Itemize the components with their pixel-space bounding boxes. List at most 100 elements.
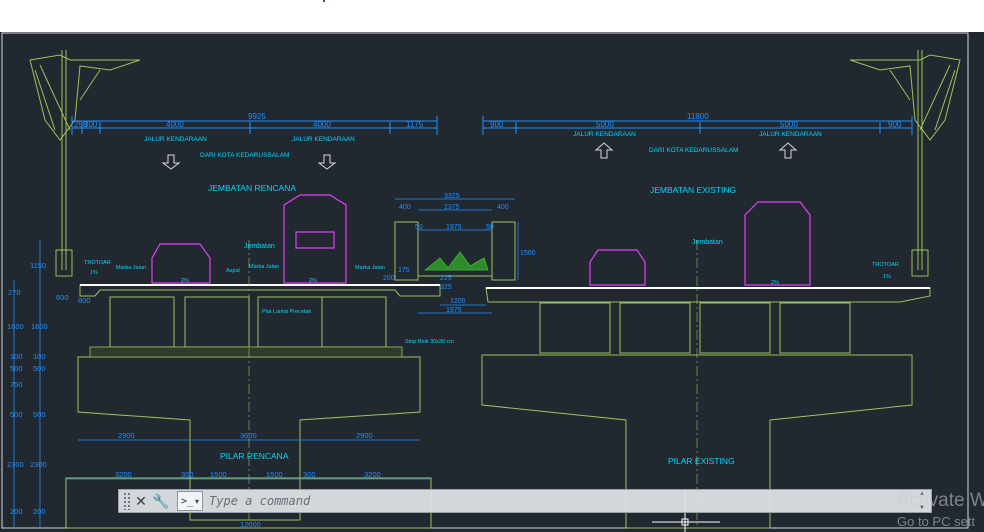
dim-left-seg-2: 4000 bbox=[166, 120, 184, 129]
dim-right-seg-0: 900 bbox=[490, 120, 504, 129]
median-dim-b: 400 bbox=[497, 204, 509, 211]
truck-right bbox=[744, 201, 811, 286]
direction-right: DARI KOTA KEDARUSSALAM bbox=[649, 147, 738, 154]
label-pct-r: 2% bbox=[771, 280, 779, 286]
title-jembatan-rencana: JEMBATAN RENCANA bbox=[208, 183, 296, 193]
cad-drawing[interactable]: 9925 250 800 4000 4000 1175 11800 900 50… bbox=[0, 32, 984, 532]
activation-watermark-title: Activate W bbox=[897, 490, 984, 511]
median-plants bbox=[423, 251, 489, 271]
vdim-2300a: 2300 bbox=[7, 460, 24, 469]
pier-dim-1500b: 1500 bbox=[266, 470, 283, 479]
pier-dim-3200a: 3200 bbox=[115, 470, 132, 479]
jalur-right-2: JALUR KENDARAAN bbox=[759, 131, 822, 138]
label-slope-left: 1% bbox=[90, 270, 98, 276]
dim-right-seg-3: 900 bbox=[888, 120, 902, 129]
vdim-2300b: 2300 bbox=[30, 460, 47, 469]
label-pct-l2: 2% bbox=[309, 278, 317, 284]
pier-dim-2900a: 2900 bbox=[118, 431, 135, 440]
dim-left-seg-1: 800 bbox=[84, 120, 98, 129]
status-dot bbox=[323, 0, 325, 2]
jalur-left-2: JALUR KENDARAAN bbox=[292, 136, 355, 143]
vdim-500c: 500 bbox=[10, 410, 23, 419]
stop-block-band bbox=[89, 346, 403, 358]
vdim-1600a: 1600 bbox=[7, 322, 24, 331]
vdim-1150: 1150 bbox=[30, 261, 46, 270]
dim-right-seg-2: 5000 bbox=[780, 120, 798, 129]
title-pilar-rencana: PILAR RENCANA bbox=[220, 451, 289, 461]
arrow-down-icon bbox=[161, 154, 181, 170]
pier-dim-3200b: 3200 bbox=[364, 470, 381, 479]
label-trotoar-left: TROTOAR bbox=[84, 260, 111, 266]
label-marka-2: Marka Jalan bbox=[249, 264, 279, 270]
dim-left-seg-3: 4000 bbox=[313, 120, 331, 129]
label-pct-l1: 2% bbox=[181, 278, 189, 284]
label-stop-block: Stop Blok 30x30 cm bbox=[405, 339, 454, 345]
girder bbox=[539, 302, 611, 354]
deck-rencana bbox=[79, 284, 441, 297]
chevron-down-icon: ▾ bbox=[195, 496, 200, 506]
vdim-1600b: 1600 bbox=[31, 322, 48, 331]
girder bbox=[257, 296, 323, 348]
dim-left-total: 9925 bbox=[248, 112, 266, 121]
label-pelat: Plat Lantai Precetak bbox=[262, 309, 311, 315]
label-marka-3: Marka Jalan bbox=[355, 265, 385, 271]
tanker-truck-left bbox=[283, 194, 347, 284]
median-dim-s3: 325 bbox=[440, 284, 452, 291]
command-input[interactable] bbox=[207, 491, 917, 511]
prompt-icon: >_ bbox=[181, 495, 194, 507]
girder bbox=[699, 302, 771, 354]
girder bbox=[779, 302, 851, 354]
dim-right-total: 11800 bbox=[687, 112, 709, 121]
pier-dim-300a: 300 bbox=[181, 470, 194, 479]
command-line-bar[interactable]: ✕ 🔧 >_ ▾ ▲ ▼ bbox=[118, 489, 932, 513]
jalur-left-1: JALUR KENDARAAN bbox=[144, 136, 207, 143]
vdim-500d: 500 bbox=[33, 410, 46, 419]
title-pilar-existing: PILAR EXISTING bbox=[668, 456, 735, 466]
wrench-icon[interactable]: 🔧 bbox=[151, 491, 171, 511]
vdim-200b: 200 bbox=[33, 507, 46, 516]
arrow-up-icon bbox=[594, 142, 614, 159]
command-history-button[interactable]: >_ ▾ bbox=[177, 491, 204, 511]
direction-left: DARI KOTA KEDARUSSALAM bbox=[200, 152, 289, 159]
median-dim-s2: 225 bbox=[440, 275, 452, 282]
girder bbox=[109, 296, 175, 348]
pier-dim-bottom: 12000 bbox=[240, 520, 261, 529]
vdim-500a: 500 bbox=[10, 364, 23, 373]
deck-existing bbox=[485, 287, 931, 303]
drawing-viewport[interactable]: 9925 250 800 4000 4000 1175 11800 900 50… bbox=[0, 32, 984, 532]
vdim-100b: 100 bbox=[33, 352, 46, 361]
label-centerline-rencana: Jembatan bbox=[244, 243, 275, 250]
car-right bbox=[589, 249, 646, 286]
close-icon[interactable]: ✕ bbox=[131, 491, 151, 511]
jalur-right-1: JALUR KENDARAAN bbox=[573, 131, 636, 138]
girder bbox=[184, 296, 250, 348]
median-dim-s4: 200 bbox=[383, 275, 395, 282]
dim-right-seg-1: 5000 bbox=[596, 120, 614, 129]
dim-left-seg-4: 1175 bbox=[406, 120, 424, 129]
girder bbox=[619, 302, 691, 354]
label-aspal: Aspal bbox=[226, 268, 240, 274]
label-trotoar-right: TROTOAR bbox=[872, 262, 899, 268]
vdim-800: 800 bbox=[78, 296, 91, 305]
arrow-up-icon bbox=[778, 142, 798, 159]
pier-dim-2900b: 2900 bbox=[356, 431, 373, 440]
vdim-200a: 200 bbox=[10, 507, 23, 516]
drawing-frame bbox=[1, 32, 969, 529]
title-jembatan-existing: JEMBATAN EXISTING bbox=[650, 185, 736, 195]
girder bbox=[321, 296, 387, 348]
median-dim-bottom1: 1200 bbox=[450, 298, 466, 305]
street-lamp-left bbox=[29, 50, 141, 277]
vdim-500b: 500 bbox=[33, 364, 46, 373]
label-centerline-existing: Jembatan bbox=[692, 239, 723, 246]
median-dim-s1: 175 bbox=[398, 267, 410, 274]
pier-dim-3600: 3600 bbox=[240, 431, 257, 440]
street-lamp-right bbox=[849, 50, 961, 277]
arrow-down-icon bbox=[317, 154, 337, 170]
command-grip-handle[interactable] bbox=[123, 492, 131, 510]
vdim-270: 270 bbox=[8, 288, 21, 297]
pier-dim-1500a: 1500 bbox=[210, 470, 227, 479]
median-dim-a: 400 bbox=[399, 204, 411, 211]
pier-dim-300b: 300 bbox=[303, 470, 316, 479]
vdim-750a: 750 bbox=[10, 380, 23, 389]
vdim-600: 600 bbox=[56, 293, 69, 302]
